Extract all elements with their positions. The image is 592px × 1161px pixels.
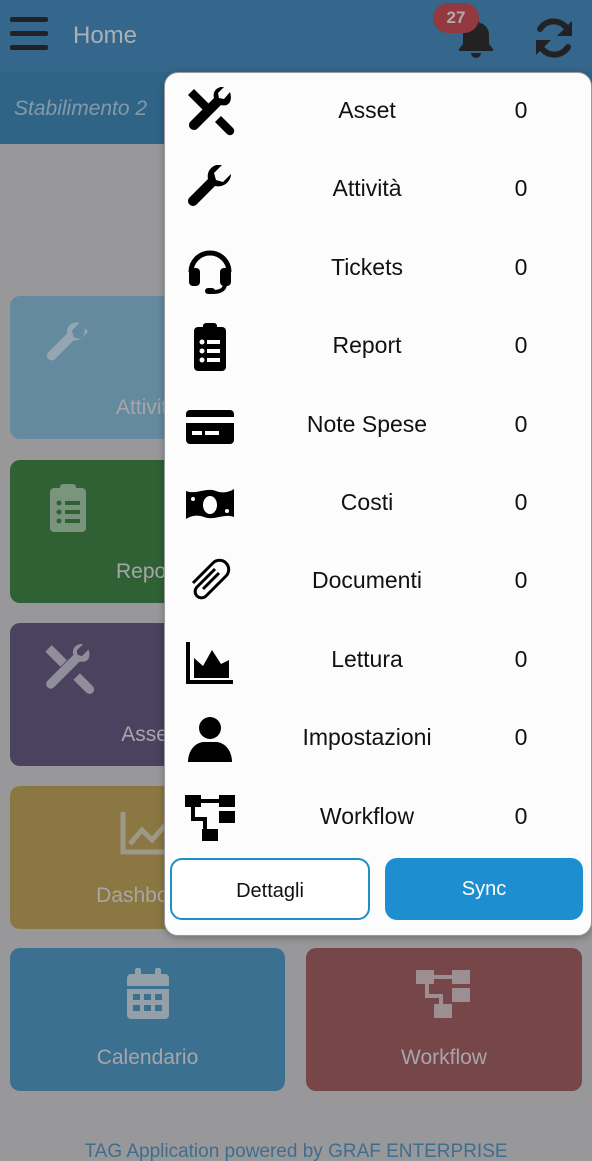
sync-row-impostazioni: Impostazioni 0 xyxy=(165,700,592,778)
sync-row-count: 0 xyxy=(514,97,528,123)
sync-row-workflow: Workflow 0 xyxy=(165,779,592,857)
sync-row-count: 0 xyxy=(514,489,528,515)
sync-row-count: 0 xyxy=(514,254,528,280)
tools-icon xyxy=(188,87,235,136)
area-chart-icon xyxy=(186,642,233,684)
sync-row-count: 0 xyxy=(514,175,528,201)
sync-row-count: 0 xyxy=(514,567,528,593)
sync-row-label: Attività xyxy=(332,175,402,201)
credit-card-icon xyxy=(186,410,234,444)
sync-row-label: Asset xyxy=(338,97,396,123)
sync-popover: Asset 0 Attività 0 Tickets 0 Report 0 No… xyxy=(164,72,592,936)
paperclip-icon xyxy=(191,558,231,600)
sync-row-count: 0 xyxy=(514,646,528,672)
sync-row-label: Lettura xyxy=(331,646,403,672)
sync-row-attivita: Attività 0 xyxy=(165,151,592,229)
sync-row-lettura: Lettura 0 xyxy=(165,622,592,700)
money-bill-icon xyxy=(186,489,234,519)
sync-row-count: 0 xyxy=(514,724,528,750)
sync-row-label: Workflow xyxy=(319,803,415,829)
sync-row-documenti: Documenti 0 xyxy=(165,543,592,621)
sync-row-label: Report xyxy=(332,332,402,358)
details-button[interactable]: Dettagli xyxy=(170,858,370,920)
sync-row-report: Report 0 xyxy=(165,308,592,386)
sync-row-tickets: Tickets 0 xyxy=(165,230,592,308)
wrench-icon xyxy=(188,165,231,206)
sync-row-note-spese: Note Spese 0 xyxy=(165,387,592,465)
headset-icon xyxy=(188,250,232,294)
sync-row-asset: Asset 0 xyxy=(165,73,592,151)
user-icon xyxy=(188,717,232,762)
sync-button[interactable]: Sync xyxy=(385,858,583,920)
sync-row-label: Tickets xyxy=(331,254,403,280)
sync-row-label: Note Spese xyxy=(306,411,428,437)
sync-row-label: Documenti xyxy=(312,567,422,593)
clipboard-list-icon xyxy=(194,323,226,371)
sync-row-costi: Costi 0 xyxy=(165,465,592,543)
sync-row-count: 0 xyxy=(514,332,528,358)
sync-row-count: 0 xyxy=(514,411,528,437)
sync-row-count: 0 xyxy=(514,803,528,829)
sync-row-label: Costi xyxy=(340,489,394,515)
sitemap-icon xyxy=(185,795,235,841)
sync-row-label: Impostazioni xyxy=(302,724,432,750)
